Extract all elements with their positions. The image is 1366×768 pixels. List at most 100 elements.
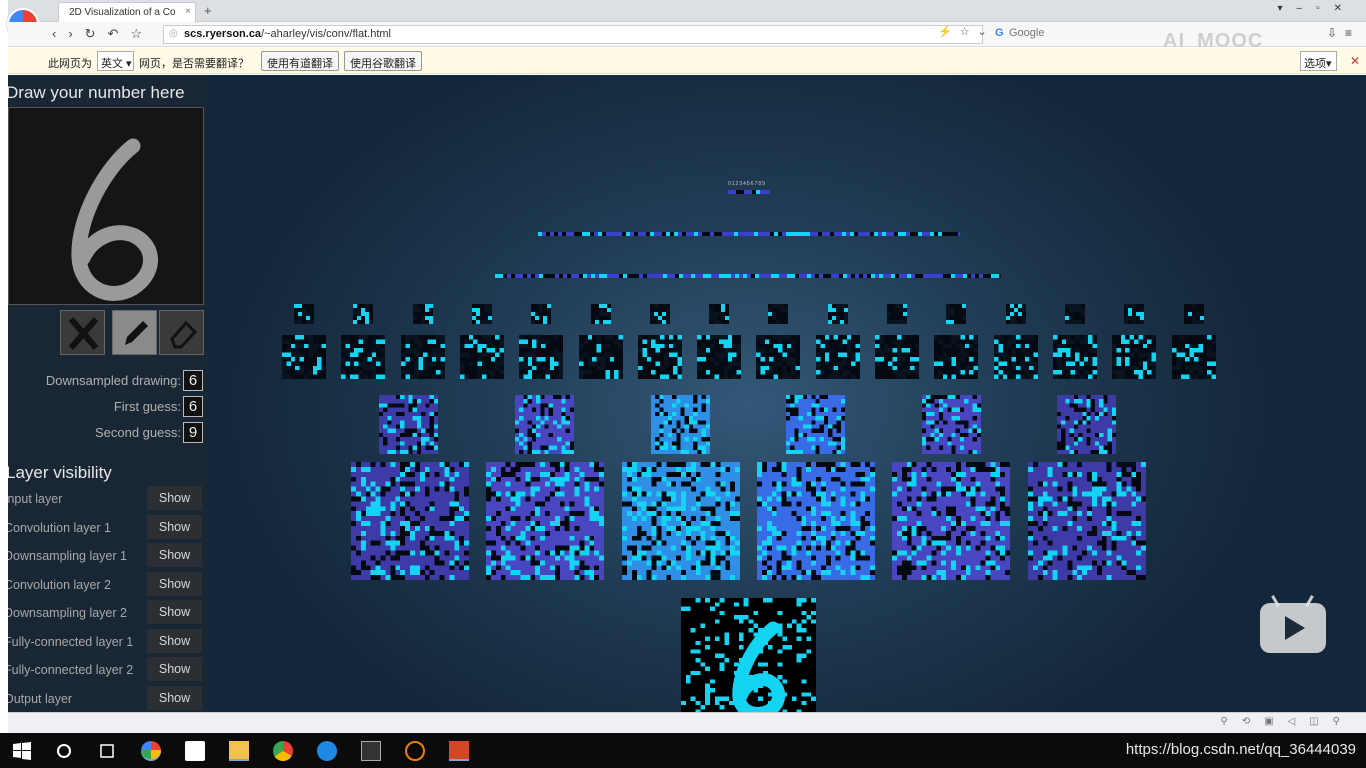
downsampling-2-map <box>887 304 907 324</box>
downsample-1-map <box>1057 395 1116 454</box>
second-guess-label: Second guess: <box>94 425 181 440</box>
close-icon[interactable]: ✕ <box>1350 54 1360 68</box>
url-host: scs.ryerson.ca <box>184 28 262 40</box>
conv-2-map <box>1112 335 1157 379</box>
toolbar-icons[interactable]: ⇩≡ <box>1327 26 1360 40</box>
layer-row: Input layer Show <box>8 486 204 510</box>
clear-button[interactable] <box>60 310 105 355</box>
layer-name: Convolution layer 1 <box>8 521 112 535</box>
search-icon[interactable] <box>54 741 74 761</box>
downsampling-2-map <box>709 304 730 324</box>
google-translate-button[interactable]: 使用谷歌翻译 <box>344 51 422 71</box>
layer-name: Convolution layer 2 <box>8 578 112 592</box>
downsampling-2-map <box>471 304 492 324</box>
downsampling-2-map <box>590 304 611 324</box>
csdn-url: https://blog.csdn.net/qq_36444039 <box>1125 741 1356 758</box>
store-icon[interactable] <box>185 741 205 761</box>
layer-name: Input layer <box>8 492 63 506</box>
downsampling-2-map <box>1183 304 1204 324</box>
downsampling-2-map <box>1124 304 1145 324</box>
downsample-1-map <box>515 395 574 454</box>
windows-start-icon[interactable] <box>12 741 32 761</box>
browser-taskbar-icon[interactable] <box>141 741 161 761</box>
eraser-button[interactable] <box>159 310 204 355</box>
conv-2-map <box>519 335 564 379</box>
conv-2-map <box>400 335 445 379</box>
tab-close-icon[interactable]: × <box>185 6 191 17</box>
translate-bar: 此网页为 英文 ▾ 网页，是否需要翻译？ 使用有道翻译 使用谷歌翻译 选项▾ ✕ <box>8 48 1366 74</box>
downsampling-2-map <box>1005 304 1026 324</box>
browser-tab[interactable]: 2D Visualization of a Co × <box>58 2 196 22</box>
pencil-icon <box>125 321 148 345</box>
address-actions[interactable]: ⚡☆⌄ <box>938 25 995 38</box>
youdao-translate-button[interactable]: 使用有道翻译 <box>261 51 339 71</box>
layer-visibility-title: Layer visibility <box>8 463 112 482</box>
taskbar: https://blog.csdn.net/qq_36444039 <box>0 733 1366 768</box>
downsampling-2-map <box>649 304 670 324</box>
layer-name: Downsampling layer 1 <box>8 549 127 563</box>
conv-2-map <box>993 335 1038 379</box>
terminal-icon[interactable] <box>361 741 381 761</box>
downsampling-2-map <box>353 304 374 324</box>
show-layer-button[interactable]: Show <box>147 657 202 681</box>
conv-1-map <box>351 462 469 580</box>
chrome-icon[interactable] <box>273 741 293 761</box>
layer-name: Downsampling layer 2 <box>8 606 127 620</box>
downsampling-2-map <box>946 304 967 324</box>
show-layer-button[interactable]: Show <box>147 629 202 653</box>
layer-name: Fully-connected layer 2 <box>8 663 134 677</box>
layer-row: Fully-connected layer 1 Show <box>8 629 204 653</box>
conv-1-map <box>622 462 740 580</box>
shield-icon: ◎ <box>169 28 178 39</box>
new-tab-icon[interactable]: + <box>204 3 212 18</box>
google-icon: G <box>995 27 1004 39</box>
first-guess-value: 6 <box>183 396 203 417</box>
fully-connected-layer-1 <box>495 274 1001 278</box>
powerpoint-icon[interactable] <box>449 741 469 761</box>
show-layer-button[interactable]: Show <box>147 600 202 624</box>
output-layer <box>728 190 770 194</box>
search-placeholder: Google <box>1009 27 1045 39</box>
conv-2-map <box>934 335 979 379</box>
window-controls[interactable]: ▾–▫✕ <box>1277 3 1356 14</box>
show-layer-button[interactable]: Show <box>147 515 202 539</box>
k-app-icon[interactable] <box>317 741 337 761</box>
jupyter-icon[interactable] <box>405 741 425 761</box>
control-panel: Draw your number here Downsampled drawin… <box>8 75 208 712</box>
task-view-icon[interactable] <box>97 741 117 761</box>
pencil-button[interactable] <box>112 310 157 355</box>
language-select[interactable]: 英文 ▾ <box>97 51 134 71</box>
options-select[interactable]: 选项▾ <box>1300 51 1337 71</box>
show-layer-button[interactable]: Show <box>147 572 202 596</box>
conv-1-map <box>757 462 875 580</box>
show-layer-button[interactable]: Show <box>147 686 202 710</box>
first-guess-label: First guess: <box>113 399 181 414</box>
downsampling-2-map <box>1064 304 1085 324</box>
show-layer-button[interactable]: Show <box>147 486 202 510</box>
conv-2-map <box>1171 335 1216 379</box>
address-bar[interactable]: ◎ scs.ryerson.ca/~aharley/vis/conv/flat.… <box>163 25 983 44</box>
fully-connected-layer-2 <box>538 232 960 236</box>
downsampling-2-map <box>294 304 314 324</box>
layer-row: Downsampling layer 1 Show <box>8 543 204 567</box>
conv-2-map <box>341 335 386 379</box>
url-path: /~aharley/vis/conv/flat.html <box>261 28 391 40</box>
downsampled-value: 6 <box>183 370 203 391</box>
conv-1-map <box>1028 462 1146 580</box>
downsample-1-map <box>922 395 981 454</box>
downsampling-2-map <box>412 304 433 324</box>
show-layer-button[interactable]: Show <box>147 543 202 567</box>
conv-2-map <box>756 335 801 379</box>
conv-2-map <box>815 335 860 379</box>
folder-icon[interactable] <box>229 741 249 761</box>
play-video-icon[interactable] <box>1260 595 1326 653</box>
nav-buttons[interactable]: ‹›↻↶☆ <box>52 26 154 42</box>
downsample-1-map <box>379 395 438 454</box>
output-digit-labels: 0123456789 <box>728 181 766 187</box>
drawn-digit <box>71 138 158 301</box>
translate-question: 网页，是否需要翻译？ <box>139 58 249 70</box>
layer-row: Output layer Show <box>8 686 204 710</box>
conv-2-map <box>637 335 682 379</box>
status-icons[interactable]: ⚲⟲▣◁◫⚲ <box>1220 716 1354 727</box>
drawing-canvas[interactable] <box>8 107 204 305</box>
